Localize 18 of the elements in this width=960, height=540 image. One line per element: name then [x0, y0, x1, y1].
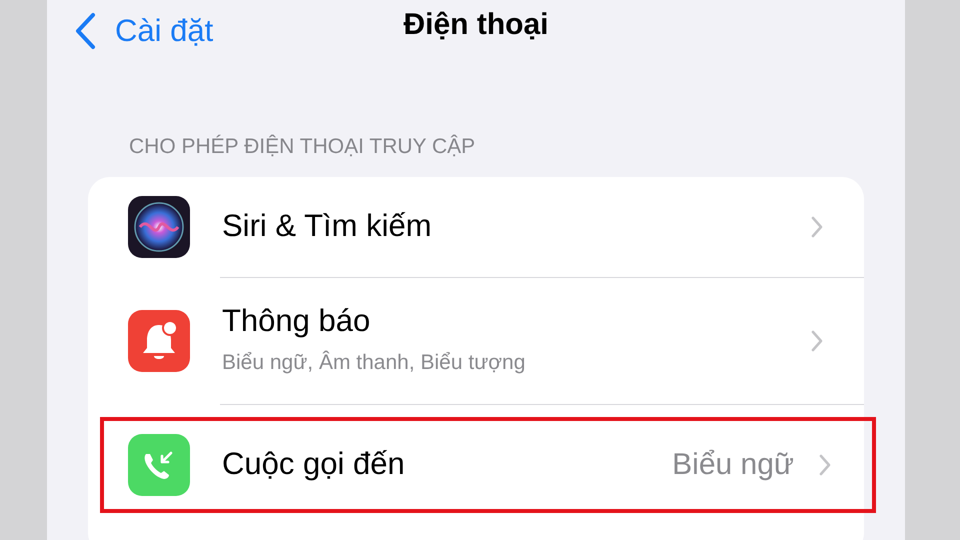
- settings-row[interactable]: Cuộc gọi đến Biểu ngữ: [100, 416, 876, 512]
- bell-icon: [128, 310, 190, 372]
- page-title: Điện thoại: [403, 7, 548, 43]
- row-title: Siri & Tìm kiếm: [222, 207, 433, 246]
- incoming-call-icon: [128, 434, 190, 496]
- chevron-right-icon: [810, 328, 824, 352]
- settings-row[interactable]: Siri & Tìm kiếm: [88, 176, 864, 276]
- row-title: Thông báo: [222, 302, 372, 340]
- chevron-right-icon: [818, 452, 832, 476]
- settings-row[interactable]: Thông báo Biểu ngữ, Âm thanh, Biểu tượng: [88, 278, 864, 404]
- row-subtitle: Biểu ngữ, Âm thanh, Biểu tượng: [222, 350, 526, 376]
- row-title: Cuộc gọi đến: [222, 445, 406, 484]
- chevron-right-icon: [810, 214, 824, 238]
- siri-orb-icon: [128, 196, 190, 258]
- back-button[interactable]: Cài đặt: [73, 8, 214, 54]
- section-header: CHO PHÉP ĐIỆN THOẠI TRUY CẬP: [129, 134, 476, 160]
- row-value: Biểu ngữ: [672, 447, 794, 483]
- chevron-left-icon: [73, 12, 97, 50]
